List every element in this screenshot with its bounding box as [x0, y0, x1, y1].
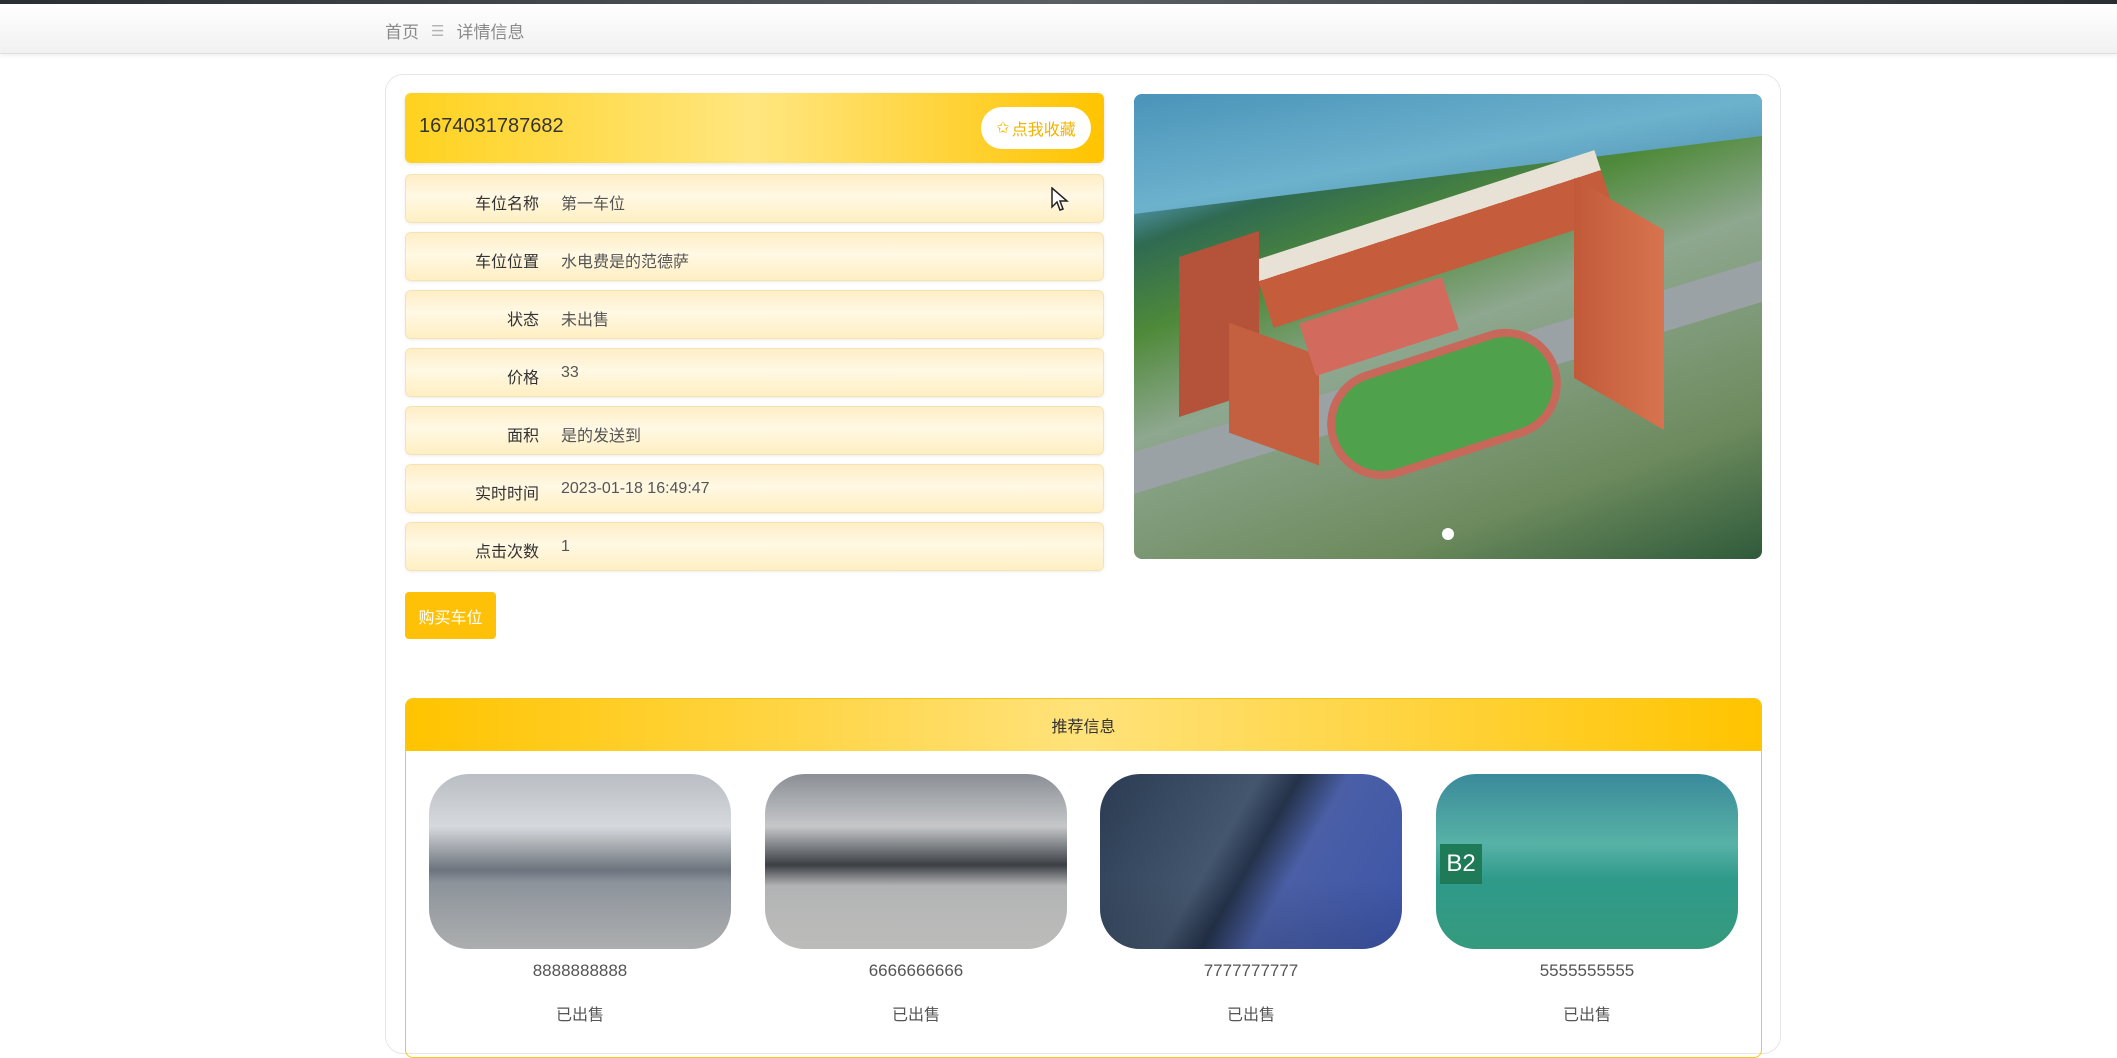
recommend-panel: 推荐信息 8888888888 已出售 6666666666 已出售 77777… [405, 698, 1762, 1058]
detail-row-value: 水电费是的范德萨 [561, 254, 690, 271]
recommend-item-image[interactable] [765, 774, 1067, 949]
detail-row-value: 33 [561, 364, 579, 381]
detail-row-label: 实时时间 [474, 486, 539, 503]
parking-level-sign: B2 [1440, 844, 1482, 884]
detail-row-value: 是的发送到 [561, 428, 642, 445]
hero-carousel-image[interactable] [1134, 94, 1762, 559]
buy-parking-button[interactable]: 购买车位 [405, 592, 496, 639]
detail-row-label: 点击次数 [474, 544, 539, 561]
detail-row-value: 第一车位 [561, 196, 626, 213]
recommend-item-status: 已出售 [555, 1007, 604, 1024]
recommend-item[interactable]: B2 5555555555 已出售 [1436, 774, 1738, 1025]
hero-image-water [1134, 94, 1762, 214]
detail-row-label: 面积 [506, 428, 539, 445]
image-shade [1436, 879, 1738, 949]
detail-row-value: 未出售 [561, 312, 610, 329]
recommend-item-name: 6666666666 [868, 961, 964, 980]
breadcrumb: 首页 ☰ 详情信息 [385, 18, 524, 43]
detail-row-label: 车位名称 [474, 196, 539, 213]
star-outline-icon: ✩ [996, 120, 1010, 137]
recommend-item-name: 7777777777 [1203, 961, 1299, 980]
detail-title: 1674031787682 [419, 115, 564, 137]
detail-row-time: 实时时间 2023-01-18 16:49:47 [405, 464, 1104, 513]
breadcrumb-bar: 首页 ☰ 详情信息 [0, 4, 2117, 54]
carousel-dot[interactable] [1442, 528, 1454, 540]
recommend-item-image[interactable] [1100, 774, 1402, 949]
detail-row-label: 车位位置 [474, 254, 539, 271]
recommend-item-name: 5555555555 [1539, 961, 1635, 980]
recommend-item-status: 已出售 [1226, 1007, 1275, 1024]
detail-row-label: 状态 [506, 312, 539, 329]
detail-row-status: 状态 未出售 [405, 290, 1104, 339]
image-shade [429, 879, 731, 949]
breadcrumb-separator-icon: ☰ [431, 22, 445, 40]
recommend-item[interactable]: 7777777777 已出售 [1100, 774, 1402, 1025]
detail-row-area: 面积 是的发送到 [405, 406, 1104, 455]
detail-row-value: 1 [561, 538, 570, 555]
detail-row-label: 价格 [506, 370, 539, 387]
recommend-item[interactable]: 8888888888 已出售 [429, 774, 731, 1025]
detail-title-bar: 1674031787682 ✩ 点我收藏 [405, 93, 1104, 163]
recommend-item-status: 已出售 [891, 1007, 940, 1024]
recommend-item-name: 8888888888 [532, 961, 628, 980]
recommend-item-image[interactable] [429, 774, 731, 949]
detail-row-clicks: 点击次数 1 [405, 522, 1104, 571]
breadcrumb-home-link[interactable]: 首页 [385, 18, 419, 43]
detail-row-price: 价格 33 [405, 348, 1104, 397]
recommend-item[interactable]: 6666666666 已出售 [765, 774, 1067, 1025]
detail-row-name: 车位名称 第一车位 [405, 174, 1104, 223]
recommend-title: 推荐信息 [406, 699, 1761, 751]
collect-button-label: 点我收藏 [1011, 122, 1076, 139]
carousel-indicators [1134, 528, 1762, 540]
recommend-item-image[interactable]: B2 [1436, 774, 1738, 949]
detail-row-location: 车位位置 水电费是的范德萨 [405, 232, 1104, 281]
collect-button[interactable]: ✩ 点我收藏 [981, 107, 1091, 149]
recommend-item-status: 已出售 [1562, 1007, 1611, 1024]
hero-image-building [1574, 178, 1664, 430]
detail-row-value: 2023-01-18 16:49:47 [561, 480, 710, 497]
image-shade [765, 879, 1067, 949]
image-shade [1100, 879, 1402, 949]
breadcrumb-current: 详情信息 [456, 23, 525, 42]
